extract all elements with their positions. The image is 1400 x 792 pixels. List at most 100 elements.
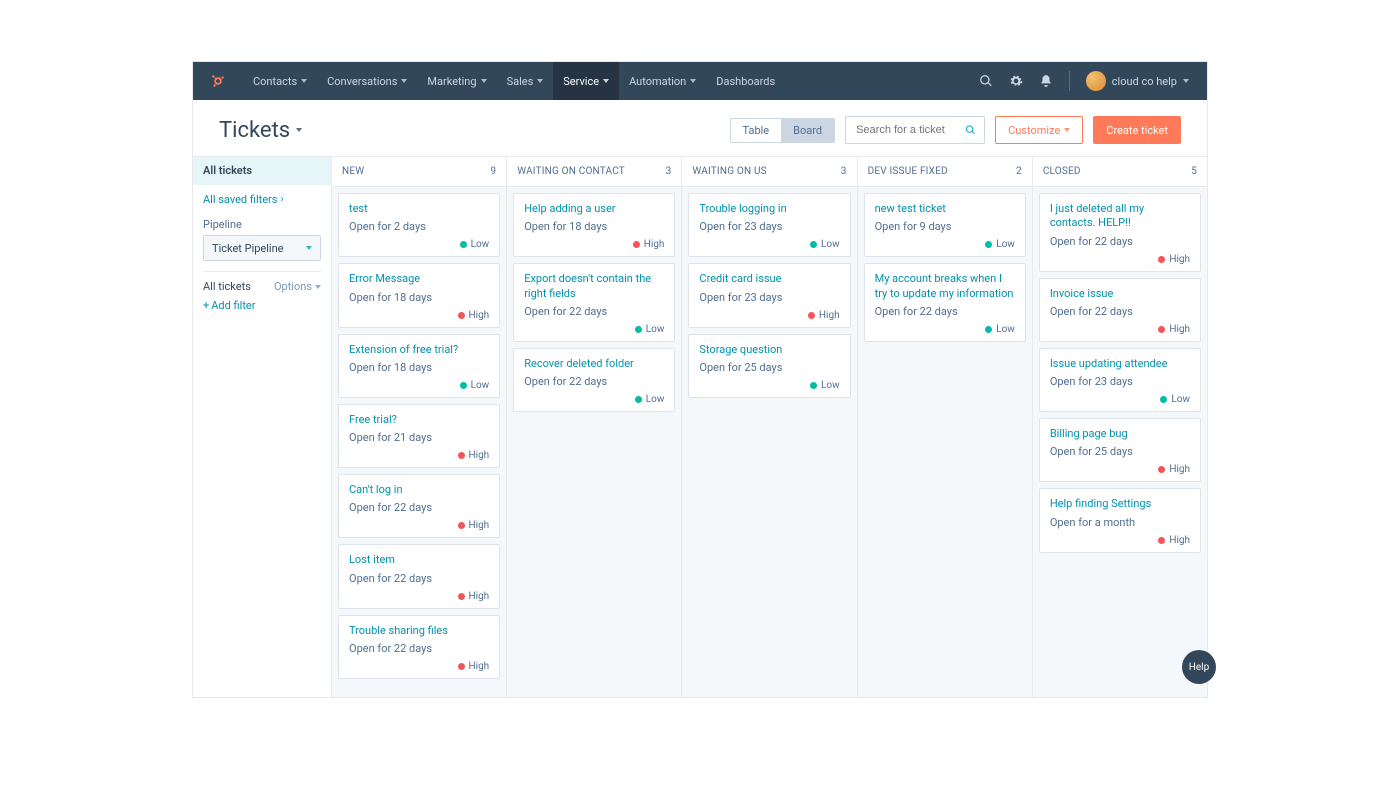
help-button[interactable]: Help [1182, 650, 1216, 684]
filters-title: All tickets [203, 280, 251, 293]
search-icon[interactable] [979, 74, 993, 88]
ticket-card[interactable]: Error MessageOpen for 18 daysHigh [338, 263, 500, 327]
pipeline-select[interactable]: Ticket Pipeline [203, 235, 321, 261]
ticket-card[interactable]: Help adding a userOpen for 18 daysHigh [513, 193, 675, 257]
toolbar: Tickets Table Board Customize Create tic… [193, 100, 1207, 157]
sidebar-divider [203, 271, 321, 272]
nav-item-contacts[interactable]: Contacts [243, 62, 317, 100]
ticket-card[interactable]: Issue updating attendeeOpen for 23 daysL… [1039, 348, 1201, 412]
nav-item-service[interactable]: Service [553, 62, 619, 100]
ticket-card[interactable]: Extension of free trial?Open for 18 days… [338, 334, 500, 398]
board-column: WAITING ON US3Trouble logging inOpen for… [682, 157, 857, 697]
column-name: WAITING ON US [692, 166, 766, 177]
ticket-open-duration: Open for 18 days [349, 291, 489, 304]
ticket-priority: High [349, 310, 489, 321]
ticket-card[interactable]: Can't log inOpen for 22 daysHigh [338, 474, 500, 538]
view-board-button[interactable]: Board [781, 119, 834, 142]
ticket-card[interactable]: Help finding SettingsOpen for a monthHig… [1039, 488, 1201, 552]
ticket-open-duration: Open for 21 days [349, 431, 489, 444]
page-title-dropdown[interactable]: Tickets [219, 118, 302, 143]
ticket-title: Extension of free trial? [349, 343, 489, 357]
ticket-card[interactable]: Free trial? Open for 21 days High [338, 404, 500, 468]
column-body[interactable]: I just deleted all my contacts. HELP!! Op… [1033, 187, 1207, 559]
gear-icon[interactable] [1009, 74, 1023, 88]
ticket-title: Help adding a user [524, 202, 664, 216]
ticket-card[interactable]: Lost itemOpen for 22 daysHigh [338, 544, 500, 608]
nav-item-sales[interactable]: Sales [497, 62, 554, 100]
ticket-title: Can't log in [349, 483, 489, 497]
ticket-card[interactable]: Credit card issueOpen for 23 daysHigh [688, 263, 850, 327]
chevron-down-icon [401, 79, 407, 83]
ticket-card[interactable]: testOpen for 2 daysLow [338, 193, 500, 257]
ticket-title: test [349, 202, 489, 216]
priority-dot-icon [460, 382, 467, 389]
column-count: 5 [1191, 166, 1197, 177]
ticket-card[interactable]: new test ticketOpen for 9 daysLow [864, 193, 1026, 257]
priority-dot-icon [458, 452, 465, 459]
search-box[interactable] [845, 116, 985, 144]
ticket-title: Export doesn't contain the right fields [524, 272, 664, 301]
ticket-open-duration: Open for 2 days [349, 220, 489, 233]
ticket-priority: High [1050, 324, 1190, 335]
ticket-card[interactable]: Storage questionOpen for 25 daysLow [688, 334, 850, 398]
customize-button[interactable]: Customize [995, 116, 1083, 144]
add-filter-button[interactable]: + Add filter [193, 293, 331, 318]
ticket-card[interactable]: My account breaks when I try to update m… [864, 263, 1026, 342]
ticket-priority: High [1050, 254, 1190, 265]
column-header: WAITING ON CONTACT3 [507, 157, 681, 187]
priority-dot-icon [808, 312, 815, 319]
pipeline-label: Pipeline [193, 214, 331, 235]
ticket-card[interactable]: Trouble sharing filesOpen for 22 daysHig… [338, 615, 500, 679]
account-menu[interactable]: cloud co help [1086, 71, 1189, 91]
sidebar: All tickets All saved filters › Pipeline… [193, 157, 331, 697]
column-body[interactable]: Trouble logging inOpen for 23 daysLowCre… [682, 187, 856, 404]
saved-filters-link[interactable]: All saved filters › [193, 185, 331, 214]
priority-dot-icon [810, 382, 817, 389]
ticket-card[interactable]: Invoice issueOpen for 22 daysHigh [1039, 278, 1201, 342]
nav-item-automation[interactable]: Automation [619, 62, 706, 100]
view-table-button[interactable]: Table [731, 119, 782, 142]
filter-options-menu[interactable]: Options [274, 280, 321, 293]
bell-icon[interactable] [1039, 74, 1053, 88]
sidebar-tab-all-tickets[interactable]: All tickets [193, 157, 331, 185]
ticket-title: I just deleted all my contacts. HELP!! [1050, 202, 1190, 231]
ticket-title: Billing page bug [1050, 427, 1190, 441]
ticket-priority: High [349, 450, 489, 461]
ticket-card[interactable]: Recover deleted folderOpen for 22 daysLo… [513, 348, 675, 412]
search-input[interactable] [854, 123, 965, 137]
ticket-title: Free trial? [349, 413, 489, 427]
priority-dot-icon [1158, 466, 1165, 473]
priority-dot-icon [635, 326, 642, 333]
hubspot-logo-icon[interactable] [211, 74, 225, 88]
ticket-open-duration: Open for 9 days [875, 220, 1015, 233]
ticket-open-duration: Open for 22 days [524, 375, 664, 388]
priority-dot-icon [1158, 256, 1165, 263]
chevron-down-icon [1064, 128, 1070, 132]
ticket-priority: High [349, 520, 489, 531]
priority-dot-icon [460, 241, 467, 248]
column-body[interactable]: new test ticketOpen for 9 daysLowMy acco… [858, 187, 1032, 348]
nav-item-conversations[interactable]: Conversations [317, 62, 417, 100]
ticket-card[interactable]: Billing page bugOpen for 25 daysHigh [1039, 418, 1201, 482]
view-toggle: Table Board [730, 118, 836, 143]
create-ticket-button[interactable]: Create ticket [1093, 116, 1181, 144]
priority-dot-icon [458, 522, 465, 529]
search-icon [965, 124, 976, 136]
nav-item-dashboards[interactable]: Dashboards [706, 62, 785, 100]
ticket-priority: High [1050, 464, 1190, 475]
ticket-title: Storage question [699, 343, 839, 357]
column-header: NEW9 [332, 157, 506, 187]
ticket-open-duration: Open for 23 days [1050, 375, 1190, 388]
column-name: CLOSED [1043, 166, 1081, 177]
ticket-card[interactable]: Trouble logging inOpen for 23 daysLow [688, 193, 850, 257]
ticket-card[interactable]: Export doesn't contain the right fieldsO… [513, 263, 675, 342]
column-count: 3 [666, 166, 672, 177]
column-body[interactable]: Help adding a userOpen for 18 daysHighEx… [507, 187, 681, 418]
column-name: NEW [342, 166, 364, 177]
column-body[interactable]: testOpen for 2 daysLowError MessageOpen … [332, 187, 506, 685]
ticket-card[interactable]: I just deleted all my contacts. HELP!!Op… [1039, 193, 1201, 272]
chevron-down-icon [315, 285, 321, 289]
nav-item-marketing[interactable]: Marketing [417, 62, 496, 100]
ticket-open-duration: Open for 22 days [875, 305, 1015, 318]
priority-dot-icon [985, 326, 992, 333]
